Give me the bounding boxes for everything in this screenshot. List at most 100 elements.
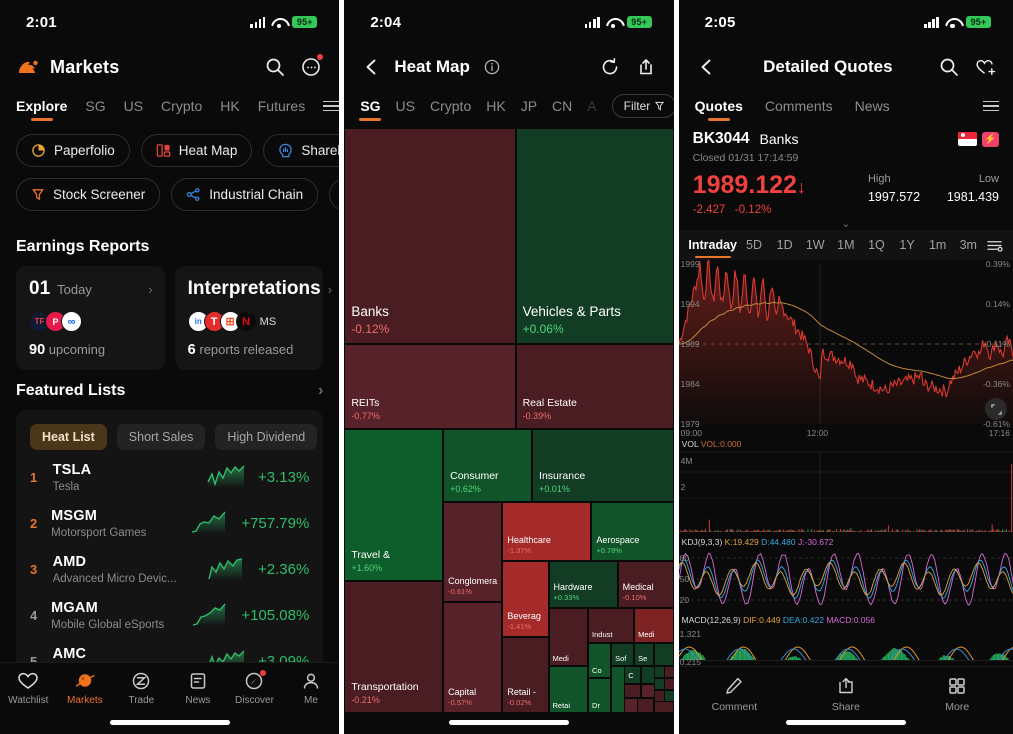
heatmap-tile[interactable] <box>663 666 674 679</box>
heatmap-tile[interactable] <box>640 683 655 699</box>
heatmap-tile-conglomera[interactable]: Conglomera -0.61% <box>443 502 503 602</box>
list-item[interactable]: 4 MGAM Mobile Global eSports +105.08% <box>16 592 323 638</box>
heatmap-tile[interactable] <box>624 683 641 699</box>
chart-settings-icon[interactable] <box>984 230 1005 260</box>
earnings-card-today[interactable]: 01 Today › TF P ∞ 90 upcoming <box>16 266 165 370</box>
heatmap-tile-beverag[interactable]: Beverag -1.41% <box>502 560 549 637</box>
action-more[interactable]: More <box>902 676 1013 713</box>
heatmap-tile[interactable] <box>653 642 674 667</box>
back-icon[interactable] <box>358 53 386 81</box>
tabbar-item-news[interactable]: News <box>170 671 227 706</box>
chip-heat-map[interactable]: Heat Map <box>140 134 253 167</box>
tab-a[interactable]: A <box>587 98 596 121</box>
tabbar-item-discover[interactable]: Discover <box>226 670 283 706</box>
tabbar-item-watchlist[interactable]: Watchlist <box>0 671 57 706</box>
heatmap-tile-aerospace[interactable]: Aerospace +0.78% <box>591 502 674 561</box>
heatmap-tile-hardware[interactable]: Hardware +0.33% <box>548 560 618 608</box>
tab-crypto[interactable]: Crypto <box>430 98 471 121</box>
share-icon[interactable] <box>632 53 660 81</box>
info-icon[interactable] <box>478 53 506 81</box>
heatmap-tile-travel[interactable]: Travel & +1.60% <box>344 429 444 582</box>
period-1y[interactable]: 1Y <box>892 230 923 260</box>
tab-comments[interactable]: Comments <box>765 98 833 121</box>
heatmap-tile-banks[interactable]: Banks -0.12% <box>344 128 516 345</box>
tabbar-item-markets[interactable]: Markets <box>57 671 114 706</box>
chip-paperfolio[interactable]: Paperfolio <box>16 134 130 167</box>
tab-sg[interactable]: SG <box>360 98 380 121</box>
heatmap-tile-co[interactable]: Co <box>588 642 612 678</box>
heatmap-tile[interactable] <box>624 698 639 713</box>
heatmap-tile-medical[interactable]: Medical -0.10% <box>617 560 674 608</box>
heatmap-tile-reits[interactable]: REITs -0.77% <box>344 344 516 430</box>
heatmap-tile-insurance[interactable]: Insurance +0.01% <box>532 429 674 503</box>
heatmap-tile-sof[interactable]: Sof <box>611 642 635 667</box>
chip-global[interactable]: Glo <box>329 178 340 211</box>
period-intraday[interactable]: Intraday <box>687 230 739 260</box>
heatmap-tile-medi[interactable]: Medi <box>634 607 674 643</box>
price-chart[interactable]: 1999 0.39% 1994 0.14% 1989 -0.11% 1984 -0.36% 19… <box>678 259 1013 707</box>
heatmap-tile[interactable] <box>663 677 674 690</box>
heatmap-tile-indust[interactable]: Indust <box>588 607 635 643</box>
tab-news[interactable]: News <box>855 98 890 121</box>
tabbar-item-me[interactable]: Me <box>283 671 340 706</box>
chevron-right-icon[interactable]: › <box>328 282 332 297</box>
chevron-right-icon[interactable]: › <box>148 282 152 297</box>
heatmap-tile-vehicles-parts[interactable]: Vehicles & Parts +0.06% <box>515 128 674 345</box>
period-1q[interactable]: 1Q <box>861 230 892 260</box>
heatmap-tile[interactable] <box>637 698 654 713</box>
heatmap-tile-c[interactable]: C <box>624 666 641 684</box>
period-3min[interactable]: 3m <box>953 230 984 260</box>
tab-us[interactable]: US <box>396 98 415 121</box>
search-icon[interactable] <box>261 53 289 81</box>
heatmap-treemap[interactable]: Banks -0.12% Vehicles & Parts +0.06% REITs -0… <box>344 128 674 714</box>
period-1m[interactable]: 1M <box>831 230 862 260</box>
heatmap-tile-real-estate[interactable]: Real Estate -0.39% <box>515 344 674 430</box>
heatmap-tile-dr[interactable]: Dr <box>588 677 612 713</box>
action-share[interactable]: Share <box>790 676 901 713</box>
tabs-menu-icon[interactable] <box>323 100 340 118</box>
heatmap-tile-medi[interactable]: Medi <box>548 607 589 667</box>
action-comment[interactable]: Comment <box>679 676 790 713</box>
period-1w[interactable]: 1W <box>800 230 831 260</box>
heatmap-tile-transportation[interactable]: Transportation -0.21% <box>344 581 444 713</box>
period-1d[interactable]: 1D <box>769 230 800 260</box>
fullscreen-icon[interactable] <box>985 398 1007 420</box>
heatmap-tile[interactable] <box>663 689 674 702</box>
pill-heat-list[interactable]: Heat List <box>30 424 107 450</box>
earnings-card-interpretations[interactable]: Interpretations › in T ⊞ N MS 6 reports … <box>174 266 332 370</box>
back-icon[interactable] <box>693 53 721 81</box>
tabbar-item-trade[interactable]: Trade <box>113 671 170 706</box>
chip-stock-screener[interactable]: Stock Screener <box>16 178 161 211</box>
heatmap-tile-se[interactable]: Se <box>634 642 654 667</box>
tab-futures[interactable]: Futures <box>258 98 305 121</box>
tab-cn[interactable]: CN <box>552 98 572 121</box>
chip-industrial-chain[interactable]: Industrial Chain <box>171 178 319 211</box>
add-to-watchlist-icon[interactable] <box>971 53 999 81</box>
tab-us[interactable]: US <box>124 98 143 121</box>
period-5d[interactable]: 5D <box>739 230 770 260</box>
search-icon[interactable] <box>935 53 963 81</box>
filter-button[interactable]: Filter <box>611 94 674 118</box>
heatmap-tile-healthcare[interactable]: Healthcare -1.37% <box>502 502 592 561</box>
list-item[interactable]: 3 AMD Advanced Micro Devic... +2.36% <box>16 546 323 592</box>
period-1min[interactable]: 1m <box>922 230 953 260</box>
tab-hk[interactable]: HK <box>486 98 505 121</box>
pill-high-dividend[interactable]: High Dividend <box>215 424 318 450</box>
tab-explore[interactable]: Explore <box>16 98 67 121</box>
heatmap-tile-retai[interactable]: Retai <box>548 666 589 713</box>
heatmap-tile-retail[interactable]: Retail - -0.02% <box>502 636 549 713</box>
refresh-icon[interactable] <box>596 53 624 81</box>
chevron-right-icon[interactable]: › <box>318 382 323 400</box>
quotes-menu-icon[interactable] <box>983 100 999 118</box>
pill-short-sales[interactable]: Short Sales <box>116 424 206 450</box>
expand-chevron-icon[interactable]: ⌄ <box>693 217 999 230</box>
heatmap-tile-capital[interactable]: Capital -0.57% <box>443 601 503 713</box>
tab-crypto[interactable]: Crypto <box>161 98 202 121</box>
heatmap-tile[interactable] <box>653 701 674 714</box>
heatmap-tile[interactable] <box>611 666 626 713</box>
list-item[interactable]: 1 TSLA Tesla +3.13% <box>16 454 323 500</box>
tab-quotes[interactable]: Quotes <box>695 98 743 121</box>
heatmap-tile-consumer[interactable]: Consumer +0.62% <box>443 429 533 503</box>
list-item[interactable]: 2 MSGM Motorsport Games +757.79% <box>16 500 323 546</box>
tab-jp[interactable]: JP <box>521 98 537 121</box>
